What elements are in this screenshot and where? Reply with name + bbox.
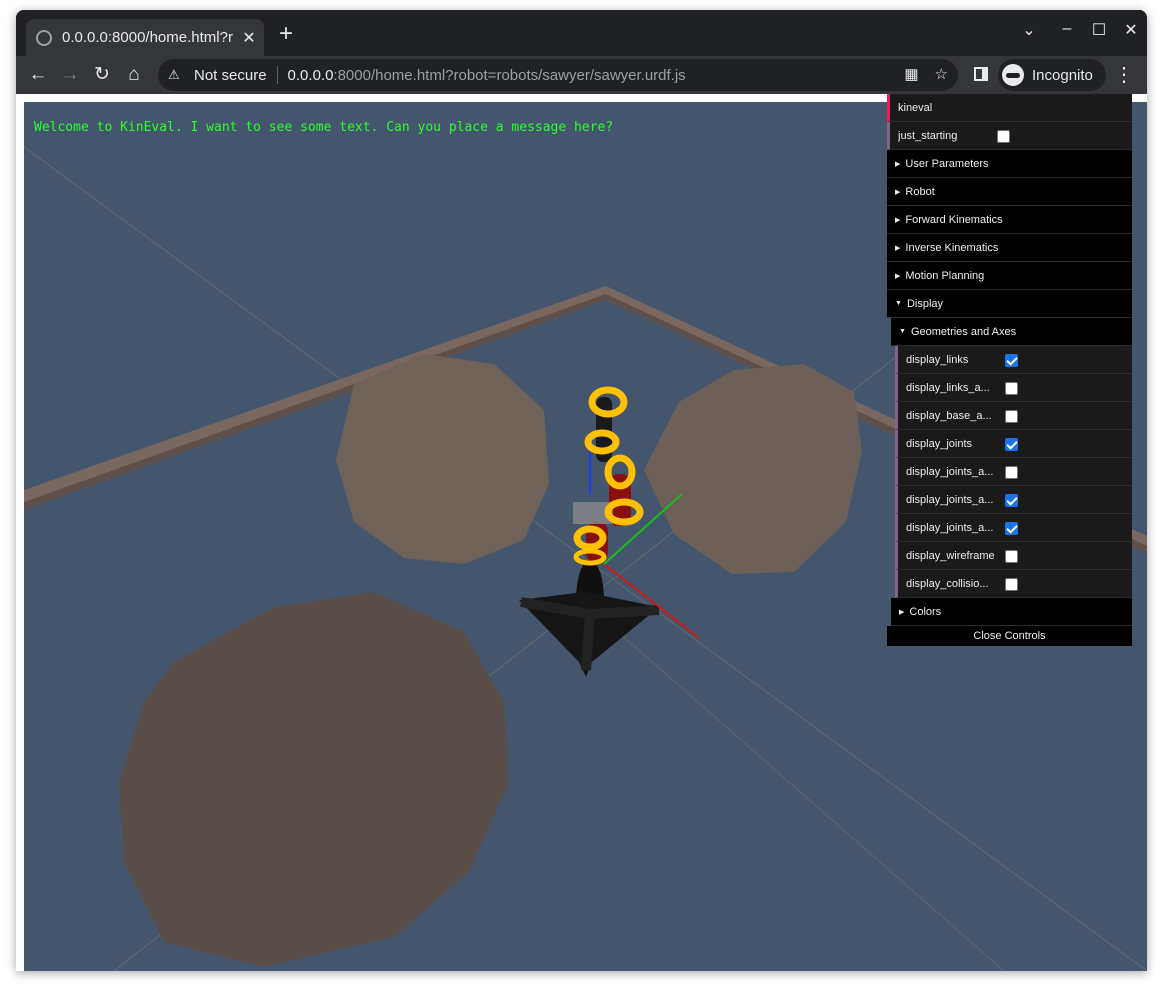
gui-folder-inverse-kinematics[interactable]: ▶ Inverse Kinematics xyxy=(887,234,1132,262)
tab-search-chevron-icon[interactable]: ⌄ xyxy=(1017,20,1041,40)
folder-label: Motion Planning xyxy=(905,269,985,282)
gui-folder-forward-kinematics[interactable]: ▶ Forward Kinematics xyxy=(887,206,1132,234)
side-panel-icon[interactable] xyxy=(974,67,988,81)
gui-folder-robot[interactable]: ▶ Robot xyxy=(887,178,1132,206)
display-joints-checkbox[interactable] xyxy=(1005,438,1018,451)
gui-control-display-base-axes[interactable]: display_base_a... xyxy=(895,402,1132,430)
gui-control-just-starting[interactable]: just_starting xyxy=(887,122,1132,150)
forward-icon[interactable]: → xyxy=(56,61,84,89)
gui-folder-colors[interactable]: ▶ Colors xyxy=(891,598,1132,626)
bookmark-star-icon[interactable]: ☆ xyxy=(935,65,948,83)
close-controls-button[interactable]: Close Controls xyxy=(887,626,1132,646)
tab-strip: 0.0.0.0:8000/home.html?r ✕ + ⌄ – ☐ ✕ xyxy=(16,10,1147,56)
gui-folder-motion-planning[interactable]: ▶ Motion Planning xyxy=(887,262,1132,290)
gui-title-kineval: kineval xyxy=(887,94,1132,122)
gui-control-display-links[interactable]: display_links xyxy=(895,346,1132,374)
browser-tab[interactable]: 0.0.0.0:8000/home.html?r ✕ xyxy=(26,19,264,56)
folder-label: User Parameters xyxy=(905,157,989,170)
incognito-icon xyxy=(1002,64,1024,86)
close-window-icon[interactable]: ✕ xyxy=(1119,20,1143,40)
just-starting-label: just_starting xyxy=(898,129,958,142)
more-menu-icon[interactable]: ⋮ xyxy=(1114,62,1134,87)
expanded-triangle-icon: ▼ xyxy=(895,300,902,307)
control-label: display_joints_a... xyxy=(906,465,994,478)
qr-code-icon[interactable]: ▦ xyxy=(904,65,918,83)
control-label: display_links xyxy=(906,353,969,366)
control-label: display_joints_a... xyxy=(906,521,994,534)
obstacle-sphere xyxy=(644,364,862,574)
folder-label: Display xyxy=(906,297,944,310)
control-label: display_wireframe xyxy=(906,549,995,562)
tab-close-icon[interactable]: ✕ xyxy=(238,28,260,48)
url-host: 0.0.0.0 xyxy=(287,66,334,84)
page-viewport: Welcome to KinEval. I want to see some t… xyxy=(16,94,1147,971)
gui-control-display-joints-active[interactable]: display_joints_a... xyxy=(895,514,1132,542)
tab-title: 0.0.0.0:8000/home.html?r xyxy=(62,29,233,46)
gui-folder-display[interactable]: ▼ Display xyxy=(887,290,1132,318)
gui-control-display-wireframe[interactable]: display_wireframe xyxy=(895,542,1132,570)
collapsed-triangle-icon: ▶ xyxy=(895,272,901,280)
browser-window: 0.0.0.0:8000/home.html?r ✕ + ⌄ – ☐ ✕ ← →… xyxy=(16,10,1147,971)
gui-control-display-joints-axes[interactable]: display_joints_a... xyxy=(895,458,1132,486)
incognito-label: Incognito xyxy=(1032,66,1093,84)
grid-line xyxy=(583,601,1005,971)
collapsed-triangle-icon: ▶ xyxy=(899,608,905,616)
divider xyxy=(276,66,278,84)
gui-control-display-joints-active-axes[interactable]: display_joints_a... xyxy=(895,486,1132,514)
browser-toolbar: ← → ↻ ⌂ ⚠ Not secure 0.0.0.0:8000/home.h… xyxy=(16,56,1147,94)
folder-label: Robot xyxy=(905,185,935,198)
obstacle-sphere xyxy=(119,592,509,967)
collapsed-triangle-icon: ▶ xyxy=(895,188,901,196)
gui-control-display-collision[interactable]: display_collisio... xyxy=(895,570,1132,598)
globe-icon xyxy=(36,29,52,46)
display-wireframe-checkbox[interactable] xyxy=(1005,550,1018,563)
minimize-icon[interactable]: – xyxy=(1055,20,1079,38)
display-joints-active-axes-checkbox[interactable] xyxy=(1005,494,1018,507)
control-label: display_links_a... xyxy=(906,381,990,394)
folder-label: Colors xyxy=(909,605,942,618)
gui-control-display-links-axes[interactable]: display_links_a... xyxy=(895,374,1132,402)
dat-gui-panel: kineval just_starting ▶ User Parameters … xyxy=(887,94,1132,646)
control-label: display_collisio... xyxy=(906,577,989,590)
warning-icon[interactable]: ⚠ xyxy=(168,67,186,83)
display-joints-active-checkbox[interactable] xyxy=(1005,522,1018,535)
maximize-icon[interactable]: ☐ xyxy=(1087,20,1111,40)
kineval-message: Welcome to KinEval. I want to see some t… xyxy=(34,120,614,135)
display-links-checkbox[interactable] xyxy=(1005,354,1018,367)
reload-icon[interactable]: ↻ xyxy=(88,61,116,89)
incognito-profile-button[interactable]: Incognito xyxy=(998,59,1106,91)
gui-title-label: kineval xyxy=(898,101,933,114)
control-label: display_joints_a... xyxy=(906,493,994,506)
security-label[interactable]: Not secure xyxy=(194,67,267,84)
just-starting-checkbox[interactable] xyxy=(997,130,1010,143)
folder-label: Inverse Kinematics xyxy=(905,241,999,254)
back-icon[interactable]: ← xyxy=(24,61,52,89)
url-path: :8000/home.html?robot=robots/sawyer/sawy… xyxy=(333,66,686,84)
address-bar[interactable]: ⚠ Not secure 0.0.0.0:8000/home.html?robo… xyxy=(158,59,958,91)
collapsed-triangle-icon: ▶ xyxy=(895,160,901,168)
home-icon[interactable]: ⌂ xyxy=(120,61,148,89)
robot-leg xyxy=(589,605,660,619)
gui-control-display-joints[interactable]: display_joints xyxy=(895,430,1132,458)
gui-folder-geometries-and-axes[interactable]: ▼ Geometries and Axes xyxy=(891,318,1132,346)
control-label: display_base_a... xyxy=(906,409,992,422)
new-tab-button[interactable]: + xyxy=(274,22,298,46)
display-base-axes-checkbox[interactable] xyxy=(1005,410,1018,423)
expanded-triangle-icon: ▼ xyxy=(899,328,906,335)
control-label: display_joints xyxy=(906,437,973,450)
folder-label: Geometries and Axes xyxy=(910,325,1017,338)
display-links-axes-checkbox[interactable] xyxy=(1005,382,1018,395)
gui-folder-user-parameters[interactable]: ▶ User Parameters xyxy=(887,150,1132,178)
robot-leg xyxy=(581,613,595,671)
collapsed-triangle-icon: ▶ xyxy=(895,216,901,224)
display-collision-checkbox[interactable] xyxy=(1005,578,1018,591)
folder-label: Forward Kinematics xyxy=(905,213,1003,226)
obstacle-sphere xyxy=(336,354,549,564)
collapsed-triangle-icon: ▶ xyxy=(895,244,901,252)
display-joints-axes-checkbox[interactable] xyxy=(1005,466,1018,479)
